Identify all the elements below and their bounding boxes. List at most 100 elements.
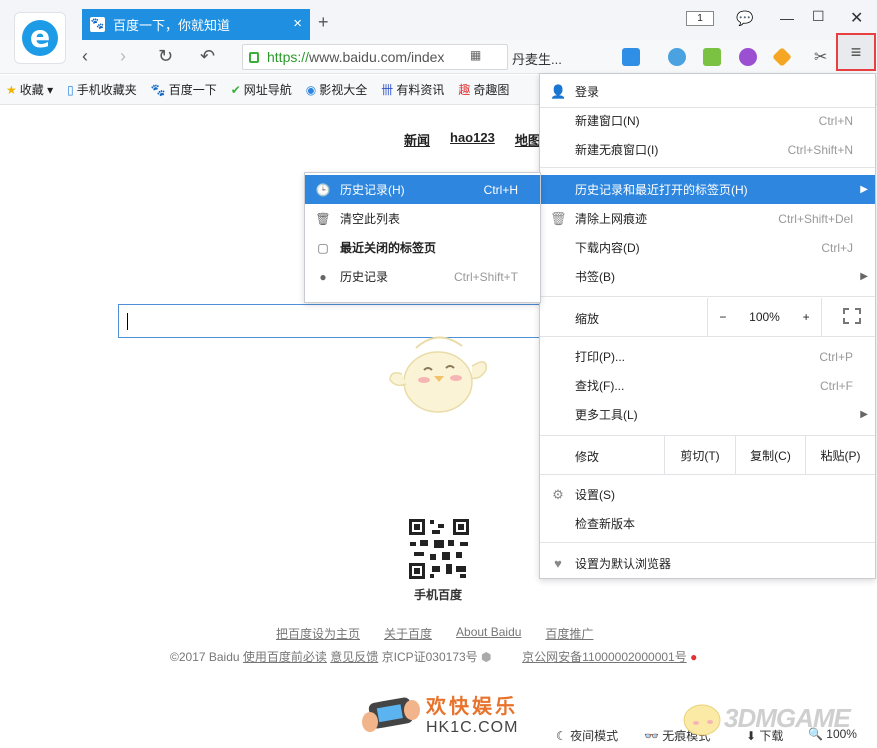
close-window-button[interactable]: ✕ <box>850 8 863 28</box>
menu-downloads[interactable]: 下载内容(D) Ctrl+J <box>540 233 875 262</box>
baidu-top-links: 新闻 hao123 地图 <box>404 130 541 149</box>
diamond-extension-icon[interactable] <box>772 47 792 67</box>
menu-new-window[interactable]: 新建窗口(N) Ctrl+N <box>540 106 875 135</box>
qr-code-icon[interactable]: ▦ <box>470 48 481 62</box>
menu-check-update[interactable]: 检查新版本 <box>540 509 875 538</box>
zoom-value: 100% <box>749 310 780 324</box>
iqiyi-extension-icon[interactable] <box>703 48 721 66</box>
minimize-button[interactable]: — <box>780 10 794 26</box>
maximize-button[interactable]: ☐ <box>812 8 825 25</box>
news-icon: 卌 <box>381 83 394 97</box>
refresh-button[interactable]: ↻ <box>158 46 173 67</box>
bookmark-item[interactable]: ★ 收藏 ▾ <box>6 81 53 98</box>
submenu-arrow-icon: ▶ <box>860 184 868 195</box>
bookmark-item[interactable]: ▯ 手机收藏夹 <box>67 81 137 98</box>
bookmark-item[interactable]: 趣奇趣图 <box>458 81 509 98</box>
menu-divider <box>540 474 875 475</box>
page-icon: ▢ <box>317 240 329 255</box>
bookmark-item[interactable]: ◉ 影视大全 <box>306 81 368 98</box>
link-about-baidu[interactable]: About Baidu <box>456 625 521 642</box>
menu-print[interactable]: 打印(P)... Ctrl+P <box>540 342 875 371</box>
back-button[interactable]: ‹ <box>82 46 88 67</box>
menu-settings[interactable]: ⚙ 设置(S) <box>540 480 875 509</box>
paste-button[interactable]: 粘贴(P) <box>805 436 875 474</box>
bookmark-item[interactable]: ✔ 网址导航 <box>231 81 292 98</box>
video-extension-icon[interactable] <box>739 48 757 66</box>
tab-baidu[interactable]: 🐾 百度一下，你就知道 × <box>82 9 310 40</box>
heart-icon: ♥ <box>554 556 562 571</box>
main-menu: 👤 登录 新建窗口(N) Ctrl+N 新建无痕窗口(I) Ctrl+Shift+N … <box>539 73 876 579</box>
baidu-paw-icon: 🐾 <box>150 82 166 97</box>
menu-clear-traces[interactable]: 🗑 清除上网痕迹 Ctrl+Shift+Del <box>540 204 875 233</box>
copy-button[interactable]: 复制(C) <box>735 436 805 474</box>
new-tab-button[interactable]: + <box>318 12 329 33</box>
menu-history[interactable]: 历史记录和最近打开的标签页(H) ▶ <box>540 175 875 204</box>
menu-default-browser[interactable]: ♥ 设置为默认浏览器 <box>540 549 875 578</box>
clock-icon: 🕒 <box>315 182 331 197</box>
menu-find[interactable]: 查找(F)... Ctrl+F <box>540 371 875 400</box>
phone-icon: ▯ <box>67 82 74 97</box>
nav-bar: ‹ › ↻ ↶ https://www.baidu.com/index ▦ 丹麦… <box>0 40 877 74</box>
trash-icon: 🗑 <box>315 211 331 226</box>
url-text[interactable]: https://www.baidu.com/index <box>267 49 444 65</box>
bird-extension-icon[interactable] <box>668 48 686 66</box>
submenu-history-item[interactable]: ● 历史记录 Ctrl+Shift+T <box>305 262 540 291</box>
baidu-search-input[interactable] <box>118 304 558 338</box>
menu-login[interactable]: 👤 登录 <box>540 77 875 106</box>
search-suggestion[interactable]: 丹麦生... <box>512 49 562 68</box>
watermark-line1: 欢快娱乐 <box>426 696 518 718</box>
copyright-line: ©2017 Baidu 使用百度前必读 意见反馈 京ICP证030173号 ⬢ … <box>170 650 698 664</box>
menu-divider <box>540 296 875 297</box>
text-caret <box>127 313 128 330</box>
fullscreen-icon[interactable] <box>843 308 861 324</box>
link-promotion[interactable]: 百度推广 <box>545 625 593 642</box>
tab-count-badge[interactable]: 1 <box>686 11 714 26</box>
menu-more-tools[interactable]: 更多工具(L) ▶ <box>540 400 875 429</box>
submenu-recent-closed[interactable]: ▢ 最近关闭的标签页 <box>305 233 540 262</box>
history-submenu: 🕒 历史记录(H) Ctrl+H 🗑 清空此列表 ▢ 最近关闭的标签页 ● 历史记录 Ctr… <box>304 172 541 303</box>
menu-divider <box>540 167 875 168</box>
cut-button[interactable]: 剪切(T) <box>664 436 735 474</box>
menu-bookmarks[interactable]: 书签(B) ▶ <box>540 262 875 291</box>
link-set-homepage[interactable]: 把百度设为主页 <box>276 625 360 642</box>
zoom-in-button[interactable]: + <box>803 310 810 324</box>
qr-code-image <box>408 518 470 580</box>
undo-button[interactable]: ↶ <box>200 46 215 67</box>
link-news[interactable]: 新闻 <box>404 130 430 149</box>
menu-divider <box>540 336 875 337</box>
zoom-control: − 100% + <box>707 298 822 336</box>
address-bar[interactable]: https://www.baidu.com/index <box>242 44 508 70</box>
submenu-arrow-icon: ▶ <box>860 271 868 282</box>
mascot-illustration <box>389 336 487 413</box>
link-about[interactable]: 关于百度 <box>384 625 432 642</box>
baidu-favicon-icon: 🐾 <box>90 17 105 32</box>
clock-icon: ● <box>319 269 327 284</box>
bookmark-item[interactable]: 卌有料资讯 <box>381 81 444 98</box>
mascot-small-icon <box>683 704 721 736</box>
link-police-record[interactable]: 京公网安备11000002000001号 <box>522 650 687 664</box>
apps-icon[interactable] <box>622 48 640 66</box>
chat-icon[interactable]: 💬 <box>736 10 753 27</box>
tab-close-icon[interactable]: × <box>293 15 302 32</box>
user-icon: 👤 <box>550 83 567 99</box>
submenu-history[interactable]: 🕒 历史记录(H) Ctrl+H <box>305 175 540 204</box>
link-map[interactable]: 地图 <box>515 130 541 149</box>
shield-badge-icon: ⬢ <box>481 650 492 664</box>
gear-icon: ⚙ <box>552 486 564 502</box>
menu-divider <box>540 542 875 543</box>
forward-button[interactable]: › <box>120 46 126 67</box>
link-terms[interactable]: 使用百度前必读 <box>243 650 327 664</box>
fun-icon: 趣 <box>458 83 471 97</box>
bookmark-item[interactable]: 🐾 百度一下 <box>151 81 217 98</box>
main-menu-button[interactable]: ≡ <box>836 33 876 71</box>
link-feedback[interactable]: 意见反馈 <box>330 650 378 664</box>
star-icon: ★ <box>6 82 17 97</box>
scissors-icon[interactable]: ✂ <box>814 47 827 67</box>
zoom-out-button[interactable]: − <box>719 310 726 324</box>
menu-new-incognito[interactable]: 新建无痕窗口(I) Ctrl+Shift+N <box>540 135 875 164</box>
link-hao123[interactable]: hao123 <box>450 130 495 149</box>
video-circle-icon: ◉ <box>305 82 317 97</box>
night-mode-button[interactable]: ☾ 夜间模式 <box>556 727 618 744</box>
submenu-clear-list[interactable]: 🗑 清空此列表 <box>305 204 540 233</box>
menu-edit-row: 修改 剪切(T) 复制(C) 粘贴(P) <box>540 436 875 474</box>
